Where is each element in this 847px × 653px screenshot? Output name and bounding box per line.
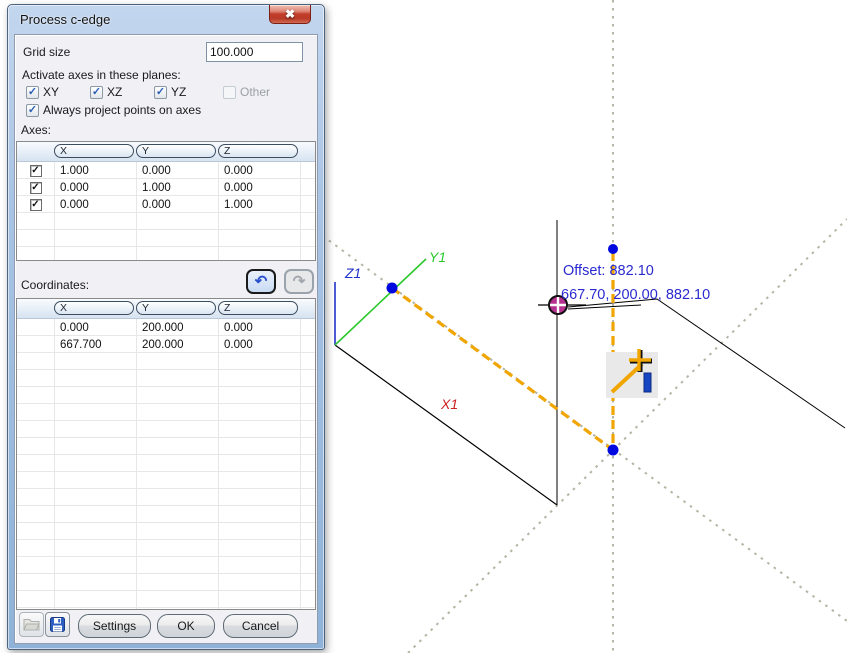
edge-point-start[interactable] xyxy=(387,283,398,294)
plane-label: Other xyxy=(240,85,270,99)
cell[interactable]: 0.000 xyxy=(136,165,218,177)
grid-line-diagonal-b xyxy=(408,219,847,653)
cell[interactable]: 0.000 xyxy=(218,165,300,177)
snap-indicator-icon xyxy=(606,349,658,398)
process-c-edge-dialog: Process c-edge ✖ Grid size Activate axes… xyxy=(7,4,325,650)
table-row[interactable]: 667.700200.0000.000 xyxy=(17,336,315,353)
grid-size-label: Grid size xyxy=(23,45,70,59)
column-header-x[interactable]: X xyxy=(54,144,134,158)
plane-label: XY xyxy=(43,85,59,99)
row-checkbox[interactable] xyxy=(30,182,42,194)
plane-label: XZ xyxy=(107,85,122,99)
axes-table-header: XYZ xyxy=(17,142,315,162)
cell[interactable]: 0.000 xyxy=(54,199,136,211)
cell[interactable]: 1.000 xyxy=(54,165,136,177)
cell[interactable]: 200.000 xyxy=(136,322,218,334)
y-axis-label: Y1 xyxy=(429,249,446,265)
axes-section-label: Axes: xyxy=(21,123,51,137)
plane-checkbox-yz[interactable] xyxy=(154,86,167,99)
column-header-z[interactable]: Z xyxy=(218,144,298,158)
offset-annotation-line2: 667.70, 200.00, 882.10 xyxy=(561,287,710,303)
table-row[interactable]: 0.000200.0000.000 xyxy=(17,319,315,336)
coordinates-table-body: 0.000200.0000.000667.700200.0000.000 xyxy=(17,319,315,609)
close-icon: ✖ xyxy=(285,8,295,20)
grid-size-input[interactable] xyxy=(206,42,303,62)
column-header-y[interactable]: Y xyxy=(136,144,216,158)
cell[interactable]: 0.000 xyxy=(218,322,300,334)
plane-option-other: Other xyxy=(223,85,270,99)
cell[interactable]: 1.000 xyxy=(218,199,300,211)
cell[interactable]: 0.000 xyxy=(54,182,136,194)
titlebar[interactable]: Process c-edge ✖ xyxy=(8,5,324,34)
column-header-x[interactable]: X xyxy=(54,301,134,315)
x-axis-label: X1 xyxy=(440,396,458,412)
coordinates-table[interactable]: XYZ 0.000200.0000.000667.700200.0000.000 xyxy=(16,298,316,610)
table-row[interactable]: 1.0000.0000.000 xyxy=(17,162,315,179)
always-project-label: Always project points on axes xyxy=(43,103,201,117)
always-project-checkbox[interactable] xyxy=(26,104,39,117)
cell[interactable]: 667.700 xyxy=(54,339,136,351)
plane-label: YZ xyxy=(171,85,186,99)
cell[interactable]: 0.000 xyxy=(136,199,218,211)
plane-option-xz[interactable]: XZ xyxy=(90,85,122,99)
undo-icon: ↶ xyxy=(255,274,268,289)
window-title: Process c-edge xyxy=(20,12,110,27)
redo-icon: ↷ xyxy=(293,274,306,289)
cell[interactable]: 0.000 xyxy=(218,182,300,194)
save-icon xyxy=(50,617,65,632)
always-project-option[interactable]: Always project points on axes xyxy=(26,103,201,117)
z-axis-label: Z1 xyxy=(344,265,361,281)
row-checkbox[interactable] xyxy=(30,165,42,177)
axes-table-body: 1.0000.0000.0000.0001.0000.0000.0000.000… xyxy=(17,162,315,260)
plane-option-xy[interactable]: XY xyxy=(26,85,59,99)
open-button xyxy=(19,612,44,637)
x-axis-line xyxy=(335,345,557,505)
cell[interactable]: 0.000 xyxy=(54,322,136,334)
axes-table[interactable]: XYZ 1.0000.0000.0000.0001.0000.0000.0000… xyxy=(16,141,316,261)
planes-row: XY XZ YZ Other xyxy=(15,85,317,101)
activate-axes-label: Activate axes in these planes: xyxy=(22,68,181,82)
coordinates-section-label: Coordinates: xyxy=(21,278,89,292)
plane-checkbox-other xyxy=(223,86,236,99)
open-folder-icon xyxy=(23,618,40,631)
table-row[interactable]: 0.0000.0001.000 xyxy=(17,196,315,213)
row-checkbox[interactable] xyxy=(30,199,42,211)
column-header-z[interactable]: Z xyxy=(218,301,298,315)
settings-button[interactable]: Settings xyxy=(78,614,151,638)
undo-button[interactable]: ↶ xyxy=(246,269,276,294)
cell[interactable]: 1.000 xyxy=(136,182,218,194)
cancel-button[interactable]: Cancel xyxy=(223,614,298,638)
close-button[interactable]: ✖ xyxy=(269,5,311,24)
edge-point-top[interactable] xyxy=(608,244,618,254)
plane-checkbox-xy[interactable] xyxy=(26,86,39,99)
cell[interactable]: 0.000 xyxy=(218,339,300,351)
plane-option-yz[interactable]: YZ xyxy=(154,85,186,99)
edge-point-corner[interactable] xyxy=(608,445,619,456)
redo-button: ↷ xyxy=(284,269,314,294)
table-row[interactable]: 0.0001.0000.000 xyxy=(17,179,315,196)
coordinates-table-header: XYZ xyxy=(17,299,315,319)
dialog-body: Grid size Activate axes in these planes:… xyxy=(14,34,318,644)
column-header-y[interactable]: Y xyxy=(136,301,216,315)
offset-annotation-line1: Offset: 882.10 xyxy=(563,263,654,279)
cell[interactable]: 200.000 xyxy=(136,339,218,351)
ok-button[interactable]: OK xyxy=(157,614,215,638)
plane-checkbox-xz[interactable] xyxy=(90,86,103,99)
save-button[interactable] xyxy=(45,612,70,637)
